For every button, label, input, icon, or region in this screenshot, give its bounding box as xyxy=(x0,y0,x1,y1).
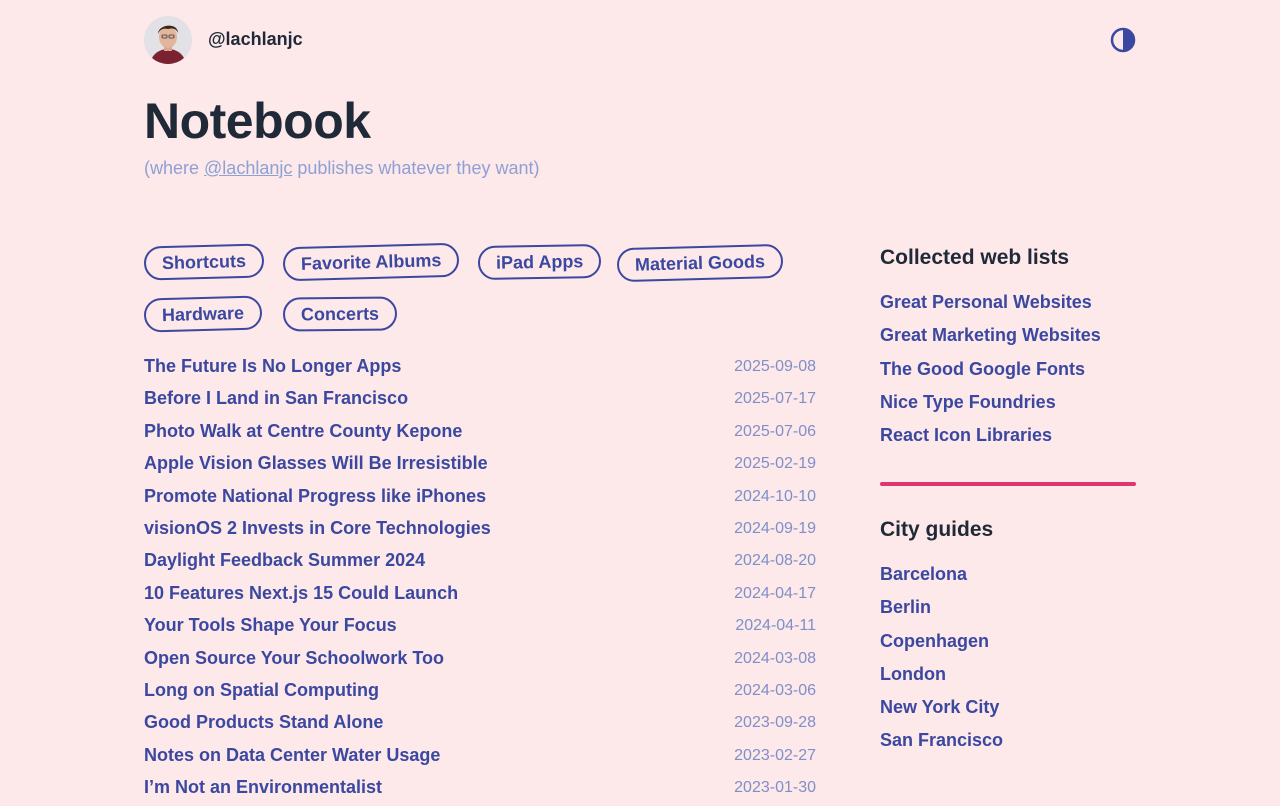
post-title-link[interactable]: Daylight Feedback Summer 2024 xyxy=(144,550,425,571)
post-date: 2023-09-28 xyxy=(734,714,816,732)
web-list-link[interactable]: React Icon Libraries xyxy=(880,425,1052,445)
post-date: 2024-08-20 xyxy=(734,552,816,570)
post-title-link[interactable]: Notes on Data Center Water Usage xyxy=(144,745,440,766)
theme-toggle-button[interactable] xyxy=(1110,27,1136,53)
post-title-link[interactable]: Open Source Your Schoolwork Too xyxy=(144,648,444,669)
post-row: Daylight Feedback Summer 2024 2024-08-20 xyxy=(144,547,816,579)
post-title-link[interactable]: I’m Not an Environmentalist xyxy=(144,777,382,798)
sidebar-divider xyxy=(880,482,1136,486)
city-guides-heading: City guides xyxy=(880,518,994,541)
post-date: 2024-03-08 xyxy=(734,649,816,667)
list-item: San Francisco xyxy=(880,730,1003,763)
post-row: Apple Vision Glasses Will Be Irresistibl… xyxy=(144,450,816,482)
post-date: 2023-01-30 xyxy=(734,779,816,797)
post-title-link[interactable]: Apple Vision Glasses Will Be Irresistibl… xyxy=(144,453,488,474)
post-row: Promote National Progress like iPhones 20… xyxy=(144,483,816,515)
post-title-link[interactable]: Long on Spatial Computing xyxy=(144,680,379,701)
post-row: Notes on Data Center Water Usage 2023-02-… xyxy=(144,742,816,774)
list-item: The Good Google Fonts xyxy=(880,359,1101,392)
post-row: Photo Walk at Centre County Kepone 2025-0… xyxy=(144,418,816,450)
avatar[interactable] xyxy=(144,16,192,64)
post-title-link[interactable]: Promote National Progress like iPhones xyxy=(144,486,486,507)
web-list-link[interactable]: The Good Google Fonts xyxy=(880,359,1085,379)
tag-shortcuts[interactable]: Shortcuts xyxy=(143,243,265,281)
post-date: 2024-09-19 xyxy=(734,519,816,537)
post-row: Open Source Your Schoolwork Too 2024-03-0… xyxy=(144,645,816,677)
post-date: 2025-07-06 xyxy=(734,422,816,440)
post-date: 2025-02-19 xyxy=(734,455,816,473)
list-item: Nice Type Foundries xyxy=(880,392,1101,425)
list-item: London xyxy=(880,664,1003,697)
post-title-link[interactable]: Before I Land in San Francisco xyxy=(144,388,408,409)
list-item: Copenhagen xyxy=(880,631,1003,664)
web-lists: Great Personal Websites Great Marketing … xyxy=(880,292,1101,458)
post-row: visionOS 2 Invests in Core Technologies 2… xyxy=(144,515,816,547)
subtitle-handle-link[interactable]: @lachlanjc xyxy=(204,158,292,178)
contrast-half-circle-icon xyxy=(1110,27,1136,53)
city-guide-link[interactable]: San Francisco xyxy=(880,730,1003,750)
list-item: Barcelona xyxy=(880,564,1003,597)
city-guide-link[interactable]: New York City xyxy=(880,697,999,717)
web-list-link[interactable]: Great Marketing Websites xyxy=(880,325,1101,345)
post-list: The Future Is No Longer Apps 2025-09-08 B… xyxy=(144,353,816,806)
post-date: 2024-03-06 xyxy=(734,681,816,699)
post-row: Good Products Stand Alone 2023-09-28 xyxy=(144,709,816,741)
post-row: Your Tools Shape Your Focus 2024-04-11 xyxy=(144,612,816,644)
list-item: New York City xyxy=(880,697,1003,730)
post-row: The Future Is No Longer Apps 2025-09-08 xyxy=(144,353,816,385)
post-row: Before I Land in San Francisco 2025-07-17 xyxy=(144,385,816,417)
post-row: Long on Spatial Computing 2024-03-06 xyxy=(144,677,816,709)
post-title-link[interactable]: Good Products Stand Alone xyxy=(144,712,383,733)
post-row: 10 Features Next.js 15 Could Launch 2024-… xyxy=(144,580,816,612)
tag-concerts[interactable]: Concerts xyxy=(282,296,398,332)
city-guide-link[interactable]: Berlin xyxy=(880,597,931,617)
city-guides-list: Barcelona Berlin Copenhagen London New Y… xyxy=(880,564,1003,764)
list-item: Great Personal Websites xyxy=(880,292,1101,325)
page-subtitle: (where @lachlanjc publishes whatever the… xyxy=(144,158,539,179)
post-title-link[interactable]: 10 Features Next.js 15 Could Launch xyxy=(144,583,458,604)
post-row: I’m Not an Environmentalist 2023-01-30 xyxy=(144,774,816,806)
web-lists-heading: Collected web lists xyxy=(880,246,1070,269)
post-title-link[interactable]: The Future Is No Longer Apps xyxy=(144,356,401,377)
tag-ipad-apps[interactable]: iPad Apps xyxy=(477,243,602,281)
post-date: 2024-04-17 xyxy=(734,584,816,602)
tag-hardware[interactable]: Hardware xyxy=(143,295,263,333)
list-item: Berlin xyxy=(880,597,1003,630)
avatar-photo xyxy=(144,16,192,64)
tag-favorite-albums[interactable]: Favorite Albums xyxy=(282,242,460,282)
post-date: 2025-07-17 xyxy=(734,390,816,408)
web-list-link[interactable]: Great Personal Websites xyxy=(880,292,1092,312)
subtitle-prefix: (where xyxy=(144,158,205,178)
city-guide-link[interactable]: Copenhagen xyxy=(880,631,989,651)
list-item: Great Marketing Websites xyxy=(880,325,1101,358)
subtitle-suffix: publishes whatever they want) xyxy=(292,158,540,178)
post-title-link[interactable]: Your Tools Shape Your Focus xyxy=(144,615,397,636)
page-title: Notebook xyxy=(144,93,371,149)
tag-material-goods[interactable]: Material Goods xyxy=(616,243,784,283)
list-item: React Icon Libraries xyxy=(880,425,1101,458)
post-date: 2024-04-11 xyxy=(735,617,816,635)
post-title-link[interactable]: visionOS 2 Invests in Core Technologies xyxy=(144,518,491,539)
city-guide-link[interactable]: London xyxy=(880,664,946,684)
city-guide-link[interactable]: Barcelona xyxy=(880,564,967,584)
post-date: 2025-09-08 xyxy=(734,358,816,375)
post-title-link[interactable]: Photo Walk at Centre County Kepone xyxy=(144,421,462,442)
header-handle-link[interactable]: @lachlanjc xyxy=(208,29,303,50)
post-date: 2023-02-27 xyxy=(734,746,816,764)
web-list-link[interactable]: Nice Type Foundries xyxy=(880,392,1056,412)
post-date: 2024-10-10 xyxy=(734,487,816,505)
site-header: @lachlanjc xyxy=(144,16,1136,64)
